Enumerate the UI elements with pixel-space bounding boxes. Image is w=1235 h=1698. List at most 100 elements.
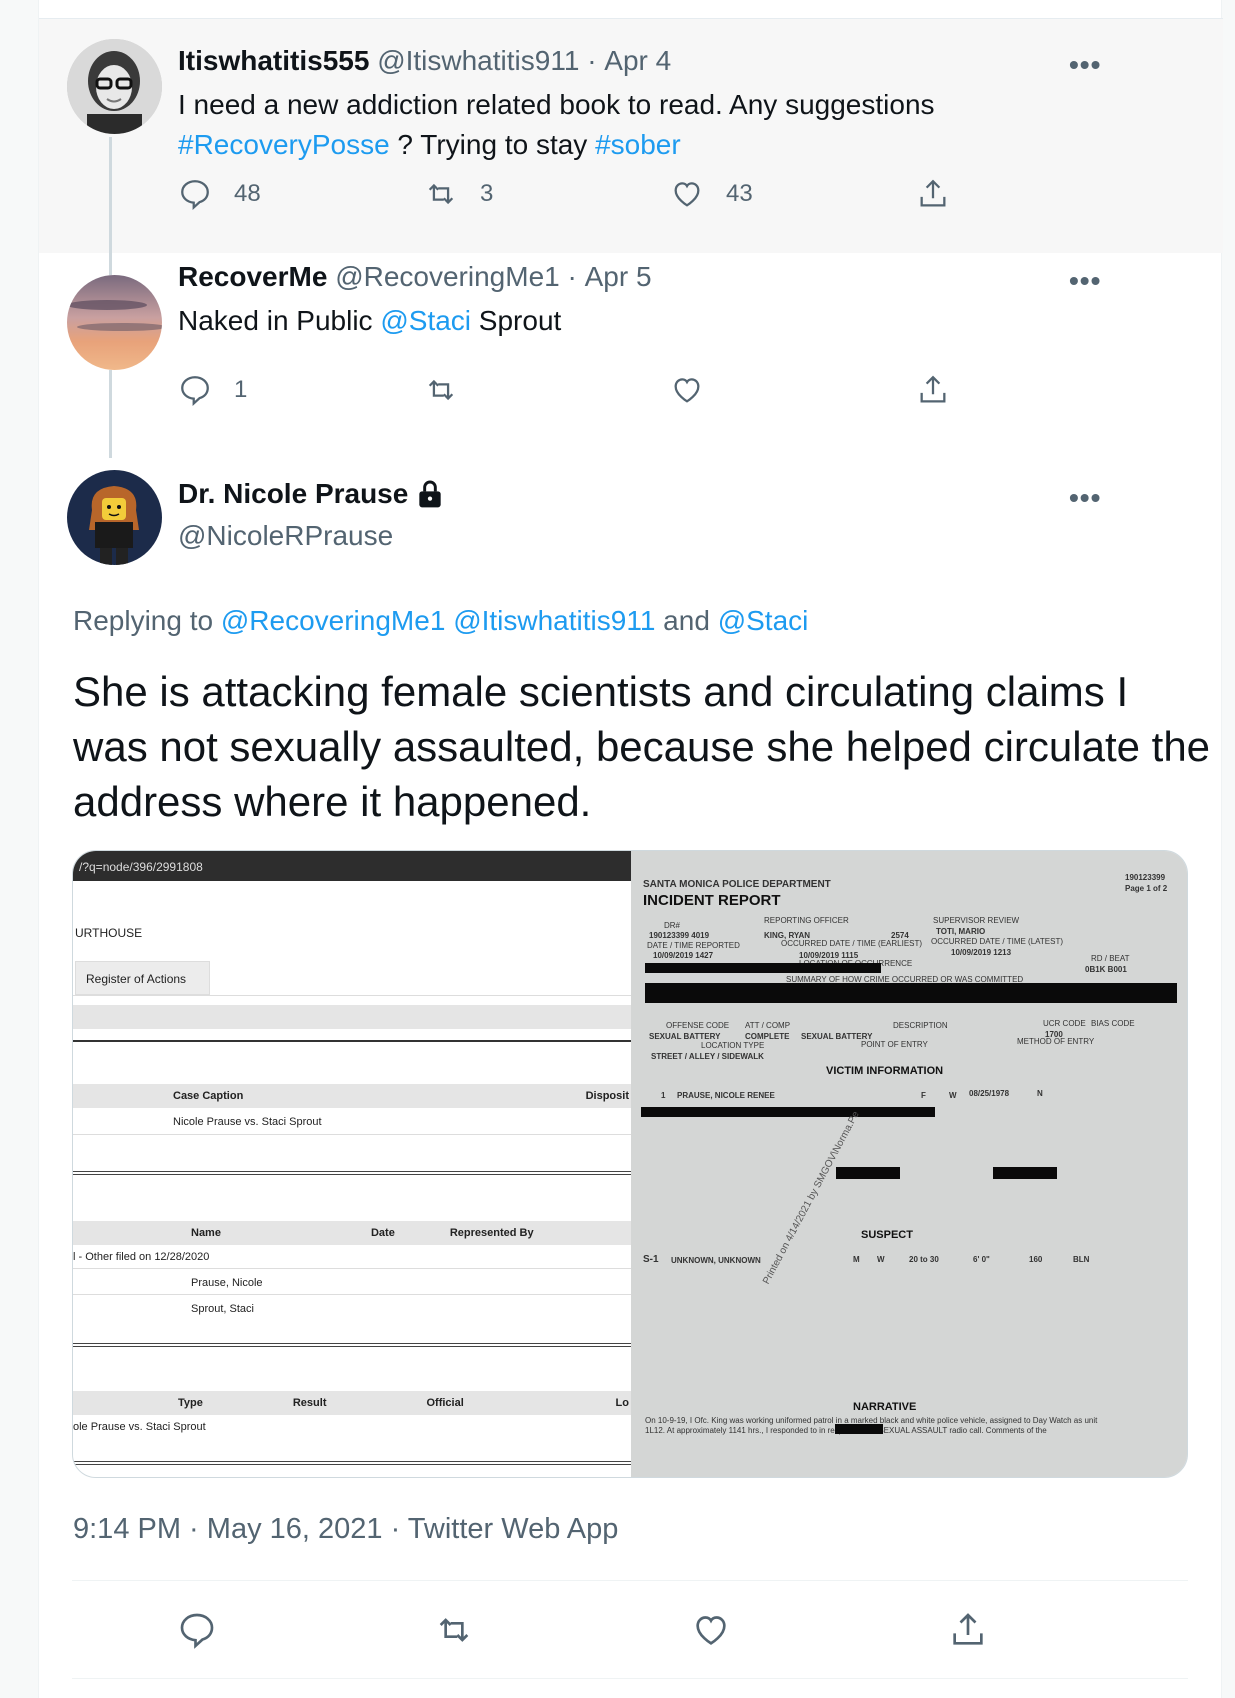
mention-itiswhatitis911[interactable]: @Itiswhatitis911 (453, 605, 655, 636)
offense-value: SEXUAL BATTERY (649, 1032, 721, 1041)
retweet-button[interactable] (424, 373, 458, 407)
tweet-recoverme[interactable]: RecoverMe @RecoveringMe1 · Apr 5 ••• Nak… (39, 253, 1223, 438)
location-header: Lo (615, 1397, 629, 1409)
occurred-label: OCCURRED DATE / TIME (EARLIEST) (781, 939, 923, 948)
court-record-screenshot: /?q=node/396/2991808 URTHOUSE Register o… (73, 851, 631, 1477)
divider (73, 1294, 631, 1295)
share-icon (953, 1613, 983, 1645)
handle[interactable]: @RecoveringMe1 (335, 261, 560, 292)
share-icon (920, 375, 946, 403)
dr-value: 190123399 4019 (649, 931, 710, 940)
narrative-header: NARRATIVE (853, 1401, 917, 1413)
victim-dob: 08/25/1978 (969, 1089, 1010, 1098)
avatar-sunset-image (67, 275, 162, 370)
hashtag-sober[interactable]: #sober (595, 129, 681, 160)
mention-recoveringme1[interactable]: @RecoveringMe1 (221, 605, 446, 636)
like-button[interactable] (670, 373, 704, 407)
report-title: INCIDENT REPORT (643, 892, 781, 909)
redaction-bar (645, 963, 881, 973)
tweet-date[interactable]: Apr 5 (585, 261, 652, 292)
separator: · (587, 45, 597, 76)
mention-staci[interactable]: @Staci (718, 605, 809, 636)
avatar[interactable] (67, 275, 162, 370)
handle[interactable]: @NicoleRPrause (178, 516, 393, 556)
timeline-column: Itiswhatitis555 @Itiswhatitis911 · Apr 4… (38, 0, 1223, 1698)
more-options-icon[interactable]: ••• (1069, 265, 1101, 297)
display-name[interactable]: RecoverMe (178, 261, 327, 292)
victim-race: W (949, 1091, 957, 1100)
tweet-source[interactable]: Twitter Web App (408, 1513, 619, 1545)
tweet-timestamp: 9:14 PM · May 16, 2021 · Twitter Web App (73, 1513, 618, 1546)
divider (73, 1268, 631, 1269)
courthouse-label: URTHOUSE (75, 926, 143, 940)
suspect-race: W (877, 1255, 885, 1264)
reply-icon (180, 1613, 214, 1649)
redaction-bar (836, 1167, 900, 1179)
tweet-text-line1: I need a new addiction related book to r… (178, 89, 935, 120)
share-button[interactable] (916, 373, 950, 407)
mention-staci[interactable]: @Staci (380, 305, 471, 336)
dr-label: DR# (664, 921, 681, 930)
avatar[interactable] (67, 470, 162, 565)
suspect-header: SUSPECT (861, 1229, 913, 1241)
thread-connector (109, 137, 112, 254)
reply-button[interactable]: 1 (178, 373, 247, 407)
like-count: 43 (726, 180, 753, 207)
thread-connector (109, 253, 112, 275)
tweet-media-image[interactable]: /?q=node/396/2991808 URTHOUSE Register o… (72, 850, 1188, 1478)
share-button[interactable] (948, 1610, 988, 1650)
offense-label: OFFENSE CODE (666, 1021, 730, 1030)
supervisor-value: TOTI, MARIO (936, 927, 986, 936)
display-name[interactable]: Itiswhatitis555 (178, 45, 369, 76)
bias-label: BIAS CODE (1091, 1019, 1135, 1028)
retweet-button[interactable] (434, 1610, 474, 1650)
reply-button[interactable] (177, 1610, 217, 1650)
victim-number: 1 (661, 1091, 666, 1100)
party-row: Prause, Nicole (191, 1277, 263, 1289)
share-button[interactable] (916, 177, 950, 211)
like-button[interactable] (691, 1610, 731, 1650)
tweet-header: RecoverMe @RecoveringMe1 · Apr 5 (178, 261, 652, 293)
reply-icon (181, 376, 209, 407)
hashtag-recoveryposse[interactable]: #RecoveryPosse (178, 129, 390, 160)
divider (73, 995, 631, 996)
retweet-button[interactable]: 3 (424, 177, 493, 211)
officer-label: REPORTING OFFICER (764, 916, 849, 925)
thread-connector (109, 438, 112, 458)
table-band (73, 1005, 631, 1029)
display-name[interactable]: Dr. Nicole Prause (178, 478, 408, 510)
avatar[interactable] (67, 39, 162, 134)
tweet-date[interactable]: May 16, 2021 (207, 1513, 383, 1545)
tweet-text-after: Sprout (471, 305, 562, 336)
handle[interactable]: @Itiswhatitis911 (377, 45, 579, 76)
ucr-label: UCR CODE (1043, 1019, 1086, 1028)
disposition-header: Disposit (585, 1090, 629, 1102)
tweet-itiswhatitis[interactable]: Itiswhatitis555 @Itiswhatitis911 · Apr 4… (39, 18, 1223, 254)
retweet-icon (439, 1618, 469, 1642)
tweet-date[interactable]: Apr 4 (604, 45, 671, 76)
replying-label: Replying to (73, 605, 221, 636)
redaction-bar (993, 1167, 1057, 1179)
suspect-age: 20 to 30 (909, 1255, 939, 1264)
divider (73, 1134, 631, 1135)
register-of-actions-tab: Register of Actions (75, 961, 210, 995)
beat-value: 0B1K B001 (1085, 965, 1127, 974)
party-header-row: Name Date Represented By (73, 1221, 631, 1245)
tweet-time[interactable]: 9:14 PM (73, 1513, 181, 1545)
divider (72, 1580, 1188, 1581)
attcomp-value: COMPLETE (745, 1032, 790, 1041)
more-options-icon[interactable]: ••• (1069, 49, 1101, 81)
party-row: Sprout, Staci (191, 1303, 254, 1315)
divider (73, 1343, 631, 1347)
name-header: Name (191, 1227, 221, 1239)
attcomp-label: ATT / COMP (745, 1021, 791, 1030)
like-button[interactable]: 43 (670, 177, 753, 211)
desc-label: DESCRIPTION (893, 1021, 948, 1030)
tweet-text: She is attacking female scientists and c… (73, 668, 1211, 825)
report-number: 190123399 (1125, 873, 1166, 882)
beat-label: RD / BEAT (1091, 954, 1130, 963)
case-caption-value: Nicole Prause vs. Staci Sprout (173, 1116, 322, 1128)
reply-button[interactable]: 48 (178, 177, 261, 211)
more-options-icon[interactable]: ••• (1069, 482, 1101, 514)
victim-homeless: N (1037, 1089, 1043, 1098)
